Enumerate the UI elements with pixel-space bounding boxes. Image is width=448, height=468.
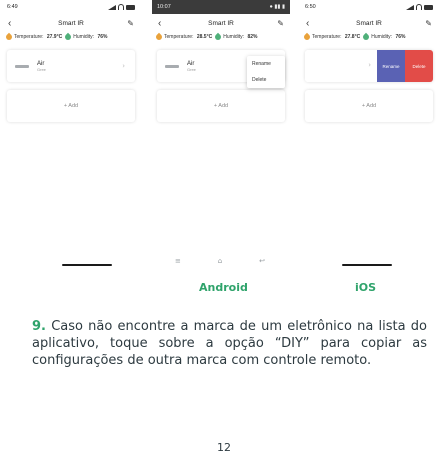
chevron-right-icon: ›	[122, 62, 125, 70]
status-bar: 6:50	[300, 0, 438, 14]
page-title: Smart IR	[208, 19, 234, 27]
edit-icon[interactable]: ✎	[124, 19, 134, 28]
edit-icon[interactable]: ✎	[422, 19, 432, 28]
step-number: 9.	[32, 319, 46, 334]
humidity-reading: Humidity: 76%	[361, 32, 405, 42]
page-number: 12	[217, 441, 231, 454]
device-brand: Gree	[187, 66, 196, 72]
status-time: 6:49	[7, 4, 18, 10]
chevron-right-icon: ›	[368, 61, 371, 69]
delete-button[interactable]: Delete	[405, 50, 433, 82]
step-instruction: 9. Caso não encontre a marca de um eletr…	[32, 318, 427, 369]
signal-icon	[406, 4, 414, 10]
back-icon[interactable]: ‹	[306, 18, 316, 29]
nav-bar: ‹ Smart IR ✎	[152, 14, 290, 32]
humidity-drop-icon	[361, 32, 371, 42]
humidity-reading: Humidity: 76%	[63, 32, 107, 42]
back-icon[interactable]: ‹	[8, 18, 18, 29]
back-icon[interactable]: ‹	[158, 18, 168, 29]
add-device-button[interactable]: + Add	[157, 90, 285, 122]
edit-icon[interactable]: ✎	[274, 19, 284, 28]
sensor-readings: Temperature: 27.8°C Humidity: 76%	[300, 32, 438, 42]
wifi-icon	[416, 4, 422, 10]
sensor-readings: Temperature: 27.9°C Humidity: 76%	[2, 32, 140, 42]
temperature-drop-icon	[4, 32, 14, 42]
android-screenshot: 10:07 ● ▮▮ ▮ ‹ Smart IR ✎ Temperature: 2…	[152, 0, 290, 270]
home-indicator	[62, 264, 112, 266]
status-time: 10:07	[157, 4, 171, 10]
device-card-air[interactable]: Air Gree ›	[7, 50, 135, 82]
caption-android: Android	[199, 281, 248, 294]
temperature-reading: Temperature: 28.5°C	[154, 32, 212, 42]
battery-icon	[424, 4, 433, 10]
add-device-button[interactable]: + Add	[7, 90, 135, 122]
status-time: 6:50	[305, 4, 316, 10]
home-icon[interactable]: ⌂	[218, 257, 222, 265]
ios-screenshot-2: 6:50 ‹ Smart IR ✎ Temperature: 27.8°C Hu…	[300, 0, 438, 270]
temperature-drop-icon	[302, 32, 312, 42]
page-title: Smart IR	[356, 19, 382, 27]
air-conditioner-icon	[15, 64, 29, 68]
caption-ios: iOS	[355, 281, 377, 294]
rename-button[interactable]: Rename	[377, 50, 405, 82]
humidity-drop-icon	[63, 32, 73, 42]
back-nav-icon[interactable]: ↩	[259, 257, 265, 265]
home-indicator	[342, 264, 392, 266]
page-title: Smart IR	[58, 19, 84, 27]
temperature-reading: Temperature: 27.9°C	[4, 32, 62, 42]
add-device-button[interactable]: + Add	[305, 90, 433, 122]
context-menu: Rename Delete	[247, 56, 285, 88]
signal-icon	[108, 4, 116, 10]
temperature-reading: Temperature: 27.8°C	[302, 32, 360, 42]
step-text: Caso não encontre a marca de um eletrôni…	[32, 319, 427, 368]
recent-apps-icon[interactable]: ≡	[175, 257, 181, 265]
android-nav-bar: ≡ ⌂ ↩	[175, 257, 265, 265]
wifi-icon	[118, 4, 124, 10]
device-brand: Gree	[37, 66, 46, 72]
ios-screenshot-1: 6:49 ‹ Smart IR ✎ Temperature: 27.9°C Hu…	[2, 0, 140, 270]
battery-icon	[126, 4, 135, 10]
menu-rename[interactable]: Rename	[247, 56, 285, 72]
status-bar: 10:07 ● ▮▮ ▮	[152, 0, 290, 14]
humidity-reading: Humidity: 82%	[213, 32, 257, 42]
nav-bar: ‹ Smart IR ✎	[2, 14, 140, 32]
air-conditioner-icon	[165, 64, 179, 68]
status-icons	[406, 4, 433, 10]
temperature-drop-icon	[154, 32, 164, 42]
device-card-swiped[interactable]: › Rename Delete	[305, 50, 433, 82]
humidity-drop-icon	[213, 32, 223, 42]
menu-delete[interactable]: Delete	[247, 72, 285, 88]
nav-bar: ‹ Smart IR ✎	[300, 14, 438, 32]
status-icons: ● ▮▮ ▮	[269, 4, 285, 10]
status-icons	[108, 4, 135, 10]
sensor-readings: Temperature: 28.5°C Humidity: 82%	[152, 32, 290, 42]
status-bar: 6:49	[2, 0, 140, 14]
device-card-body[interactable]: ›	[305, 50, 377, 82]
